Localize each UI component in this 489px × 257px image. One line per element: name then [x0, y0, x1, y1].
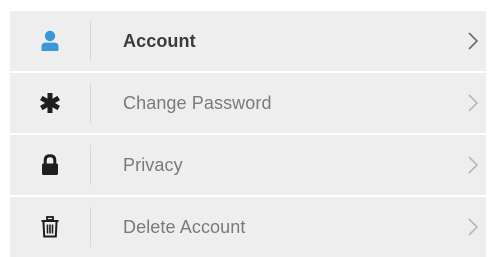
chevron-right-icon: [466, 30, 480, 52]
menu-item-privacy[interactable]: Privacy: [10, 135, 486, 195]
user-icon: [40, 30, 60, 52]
menu-item-label: Account: [123, 30, 196, 51]
icon-cell: [10, 73, 90, 133]
menu-item-label: Delete Account: [123, 216, 246, 237]
menu-item-delete-account[interactable]: Delete Account: [10, 197, 486, 257]
menu-item-change-password[interactable]: Change Password: [10, 73, 486, 133]
icon-cell: [10, 11, 90, 71]
divider: [90, 21, 91, 61]
menu-item-account[interactable]: Account: [10, 11, 486, 71]
icon-cell: [10, 135, 90, 195]
chevron-right-icon: [466, 92, 480, 114]
menu-item-label: Change Password: [123, 92, 272, 113]
chevron-right-icon: [466, 216, 480, 238]
divider: [90, 145, 91, 185]
asterisk-icon: [39, 92, 61, 114]
divider: [90, 207, 91, 247]
lock-icon: [41, 154, 59, 176]
divider: [90, 83, 91, 123]
menu-item-label: Privacy: [123, 154, 183, 175]
settings-menu: Account Change Password Privacy Delete A…: [10, 11, 486, 257]
trash-icon: [41, 216, 59, 238]
chevron-right-icon: [466, 154, 480, 176]
icon-cell: [10, 197, 90, 257]
